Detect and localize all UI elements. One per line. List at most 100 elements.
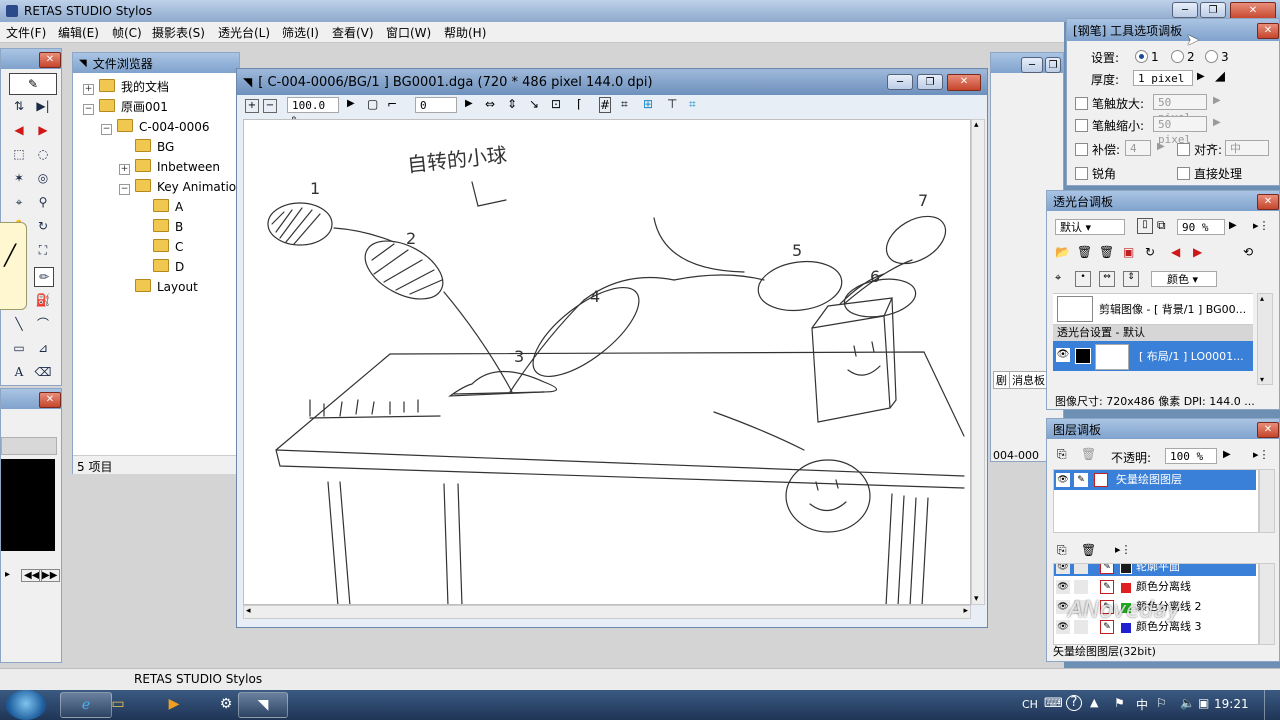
canvas-vscroll[interactable]: ▴ ▾ <box>971 119 985 605</box>
tree-item[interactable]: D <box>137 257 184 277</box>
lightbox-next-icon[interactable]: ▶ <box>1193 245 1202 259</box>
lasso-fill-icon[interactable]: ◎ <box>34 169 52 187</box>
lightbox-vflip-icon[interactable]: ⇕ <box>1123 271 1139 287</box>
vscroll-down-icon[interactable]: ▾ <box>974 594 979 604</box>
grid-icon[interactable]: # <box>599 97 612 113</box>
zoom-out-arrow-icon[interactable]: ▶ <box>1213 117 1221 128</box>
lightbox-mode-select[interactable]: 默认 ▾ <box>1055 219 1125 235</box>
lightbox-close-button[interactable]: ✕ <box>1257 194 1279 210</box>
lightbox-menu-icon[interactable]: ▸⋮ <box>1253 219 1270 232</box>
lb-scroll-down-icon[interactable]: ▾ <box>1260 375 1264 384</box>
tool-palette-close-button[interactable]: ✕ <box>39 52 61 68</box>
tree-item[interactable]: + Inbetween <box>119 157 220 177</box>
layers-vscroll[interactable] <box>1259 469 1275 533</box>
vector-layer-row[interactable]: 👁 ✎ 矢量绘图图层 <box>1054 470 1256 490</box>
app-maximize-button[interactable]: ❐ <box>1200 2 1226 18</box>
arrow-left-icon[interactable]: ◀ <box>10 121 28 139</box>
menu-frame[interactable]: 帧(C) <box>112 24 142 41</box>
start-button[interactable] <box>6 690 46 720</box>
setting-radio-3[interactable]: 3 <box>1205 50 1229 64</box>
lightbox-clip-row[interactable]: 剪辑图像 - [ 背景/1 ] BG00... <box>1053 293 1253 325</box>
menu-timesheet[interactable]: 摄影表(S) <box>152 24 205 41</box>
rotation-arrow-icon[interactable]: ▶ <box>465 98 473 109</box>
taskbar-lang[interactable]: CH <box>1022 698 1038 711</box>
menu-file[interactable]: 文件(F) <box>6 24 46 41</box>
vector-layer-pen-icon[interactable]: ✎ <box>1074 473 1088 487</box>
canvas-minimize-button[interactable]: ─ <box>887 74 913 90</box>
lb-scroll-up-icon[interactable]: ▴ <box>1260 294 1264 303</box>
tree-expander-icon[interactable]: + <box>83 84 94 95</box>
canvas-close-button[interactable]: ✕ <box>947 74 981 91</box>
magic-wand-icon[interactable]: ✶ <box>10 169 28 187</box>
new-sublayer-icon[interactable]: ⎘ <box>1057 543 1067 558</box>
rotate-view-icon[interactable]: ⌐ <box>387 97 397 111</box>
taskbar-media-button[interactable]: ▶ <box>156 692 192 718</box>
polyline-icon[interactable]: ⊿ <box>34 339 52 357</box>
show-desktop-button[interactable] <box>1264 690 1280 720</box>
menu-help[interactable]: 帮助(H) <box>444 24 486 41</box>
rotate-icon[interactable]: ↻ <box>34 217 52 235</box>
eraser-icon[interactable]: ⌫ <box>34 363 52 381</box>
sublayer-vscroll[interactable] <box>1259 563 1275 645</box>
align-select[interactable]: 中 <box>1225 140 1269 156</box>
delete-layer-icon[interactable]: 🗑 <box>1081 447 1096 461</box>
reset-rotation-icon[interactable]: ↘ <box>529 97 539 111</box>
sublayer-eye-icon[interactable]: 👁 <box>1056 580 1070 594</box>
menu-filter[interactable]: 筛选(I) <box>282 24 319 41</box>
lasso-icon[interactable]: ◌ <box>34 145 52 163</box>
tree-expander-icon[interactable]: − <box>119 184 130 195</box>
bucket-icon[interactable]: ⛽ <box>34 291 52 309</box>
canvas-restore-button[interactable]: ❐ <box>917 74 943 90</box>
lightbox-move-icon[interactable]: ⌖ <box>1055 271 1061 285</box>
lightbox-prev-icon[interactable]: ◀ <box>1171 245 1180 259</box>
timeline-panel-close-button[interactable]: ✕ <box>39 392 61 408</box>
lightbox-opacity-arrow-icon[interactable]: ▶ <box>1229 220 1237 231</box>
zoom-icon[interactable]: ⚲ <box>34 193 52 211</box>
tool-frame-icon[interactable]: ▶| <box>34 97 52 115</box>
lightbox-selected-row[interactable]: 👁 [ 布局/1 ] LO0001... <box>1053 341 1253 371</box>
grid-fine-icon[interactable]: ⌗ <box>621 97 628 112</box>
line-icon[interactable]: ╲ <box>10 315 28 333</box>
tray-flag-icon[interactable]: ⚐ <box>1156 696 1167 710</box>
curve-icon[interactable]: ⌒ <box>34 315 52 333</box>
zoom-in-checkbox[interactable]: 笔触放大: <box>1075 95 1144 112</box>
lightbox-page-icon[interactable]: ▯ <box>1137 218 1153 234</box>
direct-checkbox[interactable]: 直接处理 <box>1177 165 1242 182</box>
tray-app-icon[interactable]: ⚑ <box>1114 696 1125 710</box>
lightbox-delete-all-icon[interactable]: 🗑 <box>1099 245 1114 259</box>
lightbox-refresh-icon[interactable]: ↻ <box>1145 245 1155 259</box>
ruler-icon[interactable]: ⊤ <box>667 97 677 111</box>
delete-sublayer-icon[interactable]: 🗑 <box>1081 543 1096 557</box>
tray-expand-icon[interactable]: ▲ <box>1090 696 1098 709</box>
tree-item[interactable]: BG <box>119 137 174 157</box>
transform-icon[interactable]: ⛶ <box>34 241 52 259</box>
layers-opacity-field[interactable]: 100 % <box>1165 448 1217 464</box>
drawing-area[interactable]: 1 2 3 4 5 6 7 自转的小球 <box>243 119 971 605</box>
canvas-hscroll[interactable]: ◂ ▸ <box>243 605 971 619</box>
sublayer-eye-icon[interactable]: 👁 <box>1056 564 1070 574</box>
lightbox-open-icon[interactable]: 📂 <box>1055 245 1070 259</box>
center-icon[interactable]: ⊡ <box>551 97 561 111</box>
vscroll-up-icon[interactable]: ▴ <box>974 120 979 130</box>
menu-window[interactable]: 窗口(W) <box>386 24 431 41</box>
tool-lasso-selected[interactable]: ✎ <box>9 73 57 95</box>
lightbox-clip-icon[interactable]: ▣ <box>1123 245 1134 259</box>
setting-radio-1[interactable]: 1 <box>1135 50 1159 64</box>
lightbox-opacity-field[interactable]: 90 % <box>1177 219 1225 235</box>
taskbar-explorer-button[interactable]: ▭ <box>100 692 136 718</box>
thickness-arrow-icon[interactable]: ▶ <box>1197 71 1205 82</box>
layers-opacity-arrow-icon[interactable]: ▶ <box>1223 449 1231 460</box>
hscroll-left-icon[interactable]: ◂ <box>246 606 251 616</box>
sublayer-pen-icon[interactable]: ✎ <box>1100 580 1114 594</box>
arrow-right-icon[interactable]: ▶ <box>34 121 52 139</box>
vector-layer-eye-icon[interactable]: 👁 <box>1056 473 1070 487</box>
tree-item[interactable]: A <box>137 197 183 217</box>
behind-tab-2[interactable]: 消息板 <box>1009 371 1048 389</box>
eyedropper-icon[interactable]: ⌖ <box>10 193 28 211</box>
tray-volume-icon[interactable]: 🔈 <box>1180 696 1195 710</box>
frame-guide-icon[interactable]: ⊞ <box>643 97 653 111</box>
flip-horizontal-icon[interactable]: ⇔ <box>485 97 495 111</box>
pencil-selected-icon[interactable]: ✏ <box>34 267 54 287</box>
sublayer-row[interactable]: 👁 ✎ 颜色分离线 <box>1054 578 1256 596</box>
nav-forward-icon[interactable]: ▶▶ <box>39 569 61 582</box>
